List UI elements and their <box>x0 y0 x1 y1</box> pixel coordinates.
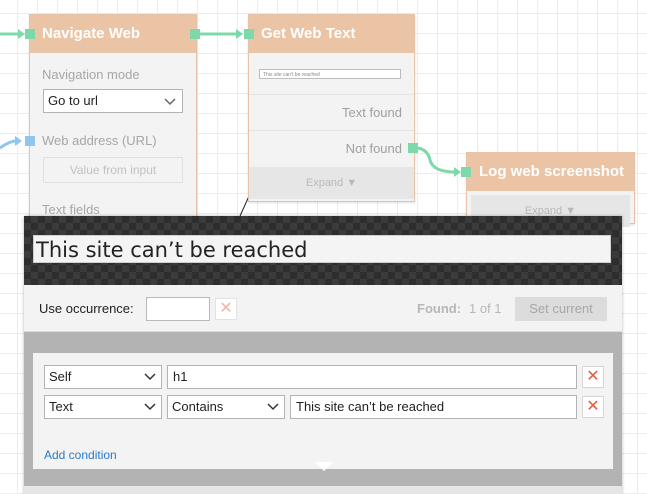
element-selector-panel: This site can’t be reached Use occurrenc… <box>24 216 622 494</box>
arrow-into-url <box>15 136 22 146</box>
panel-bottom-strip <box>24 486 622 494</box>
web-address-label: Web address (URL) <box>42 133 157 148</box>
expand-label: Expand <box>305 177 344 189</box>
caret-down-icon: ▼ <box>346 177 358 189</box>
arrow-into-log <box>454 167 461 177</box>
condition-target-value: Text <box>49 399 73 414</box>
occurrence-input[interactable] <box>146 297 210 321</box>
close-icon: ✕ <box>219 300 233 317</box>
condition-target-select[interactable]: Self <box>44 365 162 389</box>
condition-target-select[interactable]: Text <box>44 395 162 419</box>
text-fields-label: Text fields <box>42 202 100 217</box>
navigation-mode-label: Navigation mode <box>42 67 140 82</box>
not-found-output-port[interactable] <box>408 143 418 153</box>
chevron-down-icon <box>164 98 176 106</box>
use-occurrence-label: Use occurrence: <box>39 301 134 316</box>
connection-notfound-to-log <box>417 146 456 174</box>
chevron-down-icon <box>144 373 156 381</box>
arrow-into-navigate <box>18 29 25 39</box>
condition-operator-select[interactable]: Contains <box>167 395 285 419</box>
navigate-input-port[interactable] <box>25 29 35 39</box>
set-current-button[interactable]: Set current <box>515 297 607 321</box>
node-title: Navigate Web <box>30 15 196 53</box>
add-condition-link[interactable]: Add condition <box>44 448 117 462</box>
web-address-value-button[interactable]: Value from input <box>43 157 183 183</box>
clear-occurrence-button[interactable]: ✕ <box>215 298 237 320</box>
gettext-input-port[interactable] <box>244 29 254 39</box>
close-icon: ✕ <box>586 398 600 415</box>
chevron-down-icon <box>144 403 156 411</box>
condition-value-input[interactable]: h1 <box>167 365 577 389</box>
navigate-output-port[interactable] <box>190 29 200 39</box>
found-label: Found: <box>417 301 462 316</box>
close-icon: ✕ <box>586 368 600 385</box>
web-address-input-port[interactable] <box>25 136 35 146</box>
arrow-into-gettext <box>236 29 243 39</box>
output-not-found: Not found <box>249 130 414 166</box>
expand-button[interactable]: Expand ▼ <box>249 167 414 199</box>
navigation-mode-value: Go to url <box>48 93 98 108</box>
navigation-mode-select[interactable]: Go to url <box>43 89 183 113</box>
mini-preview-text: This site can't be reached <box>263 72 320 78</box>
element-preview: This site can’t be reached <box>24 216 622 285</box>
found-value: 1 of 1 <box>469 301 502 316</box>
connection-url-input <box>0 139 17 150</box>
condition-operator-value: Contains <box>172 399 224 414</box>
web-address-value-label: Value from input <box>69 163 157 177</box>
condition-target-value: Self <box>49 369 72 384</box>
occurrence-bar: Use occurrence: ✕ Found: 1 of 1 Set curr… <box>24 285 622 332</box>
remove-condition-button[interactable]: ✕ <box>582 366 604 388</box>
condition-value-input[interactable]: This site can’t be reached <box>290 395 577 419</box>
conditions-area: Self h1 ✕ Text Contains This site can’t … <box>24 332 622 494</box>
node-navigate-web[interactable]: Navigate Web Navigation mode Go to url W… <box>29 14 197 222</box>
element-preview-text[interactable]: This site can’t be reached <box>33 235 611 263</box>
node-log-web-screenshot[interactable]: Log web screenshot Expand ▼ <box>466 152 635 227</box>
conditions-card: Self h1 ✕ Text Contains This site can’t … <box>33 353 613 469</box>
collapse-caret-icon[interactable] <box>315 462 333 471</box>
output-text-found: Text found <box>249 94 414 130</box>
node-title: Get Web Text <box>249 15 414 53</box>
log-input-port[interactable] <box>461 167 471 177</box>
chevron-down-icon <box>267 403 279 411</box>
node-get-web-text[interactable]: Get Web Text This site can't be reached … <box>248 14 415 202</box>
node-title: Log web screenshot <box>467 153 634 191</box>
remove-condition-button[interactable]: ✕ <box>582 396 604 418</box>
element-mini-preview[interactable]: This site can't be reached <box>259 69 401 79</box>
